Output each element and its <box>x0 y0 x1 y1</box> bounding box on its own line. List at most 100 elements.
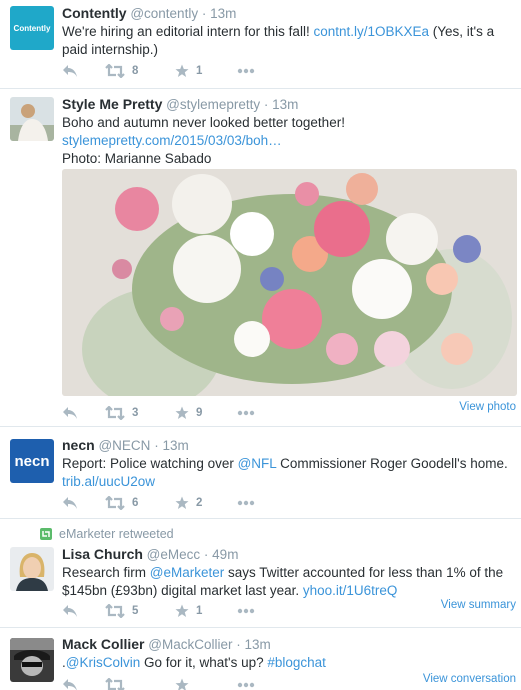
timestamp[interactable]: 13m <box>272 97 298 112</box>
user-name[interactable]: Contently <box>62 5 127 21</box>
tweet-header: Contently @contently · 13m <box>62 5 515 22</box>
retweet-button[interactable]: 3 <box>105 405 138 421</box>
retweet-indicator-icon <box>40 528 52 540</box>
tweet-mackcollier[interactable]: Mack Collier @MackCollier · 13m .@KrisCo… <box>0 628 521 690</box>
separator-dot: · <box>236 637 241 652</box>
mention-link[interactable]: @NFL <box>238 456 277 471</box>
tweet-text: Boho and autumn never looked better toge… <box>62 114 515 168</box>
reply-button[interactable] <box>62 495 78 511</box>
avatar-photo <box>10 638 54 682</box>
user-name[interactable]: Lisa Church <box>62 546 143 562</box>
reply-icon <box>63 679 77 690</box>
retweet-count: 8 <box>132 65 139 77</box>
favorite-button[interactable]: 9 <box>175 405 202 421</box>
retweet-count: 3 <box>132 407 139 419</box>
more-button[interactable] <box>237 603 255 619</box>
user-name[interactable]: necn <box>62 437 95 453</box>
reply-icon <box>63 65 77 77</box>
reply-button[interactable] <box>62 63 78 79</box>
retweet-icon <box>105 64 125 78</box>
avatar[interactable] <box>10 638 54 682</box>
text-line: Boho and autumn never looked better toge… <box>62 115 345 130</box>
mention-link[interactable]: @eMarketer <box>150 565 224 580</box>
tweet-stylemepretty[interactable]: Style Me Pretty @stylemepretty · 13m Boh… <box>0 89 521 427</box>
user-handle[interactable]: @stylemepretty <box>166 97 260 112</box>
tweet-link[interactable]: trib.al/uucU2ow <box>62 473 515 491</box>
reply-button[interactable] <box>62 677 78 690</box>
more-button[interactable] <box>237 405 255 421</box>
separator-dot: · <box>154 438 159 453</box>
timestamp[interactable]: 49m <box>212 547 238 562</box>
tweet-contently[interactable]: Contently Contently @contently · 13m We'… <box>0 0 521 89</box>
user-name[interactable]: Style Me Pretty <box>62 96 162 112</box>
user-handle[interactable]: @eMecc <box>147 547 200 562</box>
retweet-button[interactable] <box>105 677 125 690</box>
view-photo-link[interactable]: View photo <box>459 401 516 413</box>
tweet-text: We're hiring an editorial intern for thi… <box>62 23 515 59</box>
tweet-header: Style Me Pretty @stylemepretty · 13m <box>62 96 515 113</box>
tweet-link[interactable]: contnt.ly/1OBKXEa <box>313 24 429 39</box>
view-conversation-link[interactable]: View conversation <box>423 673 516 685</box>
separator-dot: · <box>263 97 269 112</box>
favorite-count: 9 <box>196 407 203 419</box>
retweet-button[interactable]: 5 <box>105 603 138 619</box>
photo-credit: Photo: Marianne Sabado <box>62 151 212 166</box>
avatar[interactable] <box>10 97 54 141</box>
avatar-photo <box>10 547 54 591</box>
favorite-button[interactable]: 1 <box>175 603 202 619</box>
more-icon <box>237 608 255 614</box>
more-button[interactable] <box>237 495 255 511</box>
timestamp[interactable]: 13m <box>245 637 271 652</box>
favorite-count: 1 <box>196 605 203 617</box>
tweet-header: necn @NECN · 13m <box>62 437 515 454</box>
more-button[interactable] <box>237 677 255 690</box>
user-name[interactable]: Mack Collier <box>62 636 144 652</box>
retweet-icon <box>105 604 125 618</box>
avatar-photo <box>10 97 54 141</box>
tweet-link[interactable]: yhoo.it/1U6treQ <box>303 583 398 598</box>
favorite-button[interactable] <box>175 677 189 690</box>
tweet-lisachurch[interactable]: eMarketer retweeted Lisa Church @eMecc ·… <box>0 519 521 628</box>
text-segment: Go for it, what's up? <box>140 655 268 670</box>
more-icon <box>237 500 255 506</box>
star-icon <box>175 406 189 419</box>
user-handle[interactable]: @NECN <box>98 438 150 453</box>
star-icon <box>175 604 189 617</box>
avatar[interactable] <box>10 547 54 591</box>
tweet-link[interactable]: stylemepretty.com/2015/03/03/boh… <box>62 132 515 150</box>
text-segment: Research firm <box>62 565 150 580</box>
retweet-button[interactable]: 6 <box>105 495 138 511</box>
hashtag-link[interactable]: #blogchat <box>267 655 326 670</box>
user-handle[interactable]: @MackCollier <box>148 637 232 652</box>
retweet-icon <box>105 496 125 510</box>
separator-dot: · <box>203 547 209 562</box>
more-icon <box>237 410 255 416</box>
avatar[interactable]: necn <box>10 439 54 483</box>
retweet-count: 6 <box>132 497 139 509</box>
reply-button[interactable] <box>62 405 78 421</box>
favorite-count: 1 <box>196 65 203 77</box>
reply-icon <box>63 605 77 617</box>
avatar[interactable]: Contently <box>10 6 54 50</box>
favorite-button[interactable]: 2 <box>175 495 202 511</box>
star-icon <box>175 678 189 690</box>
view-summary-link[interactable]: View summary <box>441 599 516 611</box>
retweeted-by: eMarketer retweeted <box>40 527 174 541</box>
favorite-button[interactable]: 1 <box>175 63 202 79</box>
reply-button[interactable] <box>62 603 78 619</box>
more-icon <box>237 68 255 74</box>
retweet-count: 5 <box>132 605 139 617</box>
reply-icon <box>63 407 77 419</box>
retweet-button[interactable]: 8 <box>105 63 138 79</box>
text-segment: We're hiring an editorial intern for thi… <box>62 24 314 39</box>
tweet-text: Research firm @eMarketer says Twitter ac… <box>62 564 515 600</box>
tweet-necn[interactable]: necn necn @NECN · 13m Report: Police wat… <box>0 427 521 519</box>
timestamp[interactable]: 13m <box>210 6 236 21</box>
timestamp[interactable]: 13m <box>162 438 188 453</box>
mention-link[interactable]: @KrisColvin <box>66 655 140 670</box>
retweeted-by-text[interactable]: eMarketer retweeted <box>59 527 174 541</box>
user-handle[interactable]: @contently <box>130 6 198 21</box>
tweet-photo[interactable] <box>62 169 517 396</box>
more-button[interactable] <box>237 63 255 79</box>
text-segment: Report: Police watching over <box>62 456 238 471</box>
